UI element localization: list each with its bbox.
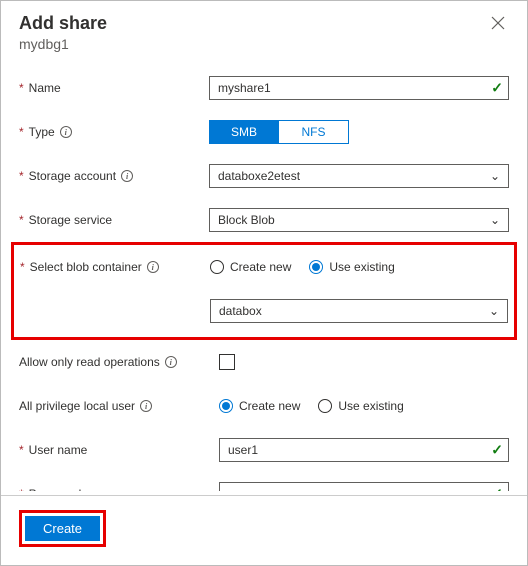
label-storage-service: Storage service [29, 213, 112, 227]
check-icon: ✓ [491, 442, 503, 459]
name-input[interactable] [209, 76, 509, 100]
password-input[interactable] [219, 482, 509, 491]
read-only-checkbox[interactable] [219, 354, 235, 370]
type-tab-smb[interactable]: SMB [209, 120, 279, 144]
label-password: Password [29, 487, 82, 491]
radio-blob-use-existing[interactable] [309, 260, 323, 274]
info-icon[interactable]: i [60, 126, 72, 138]
radio-blob-create-new[interactable] [210, 260, 224, 274]
label-blob-container: Select blob container [30, 260, 142, 274]
check-icon: ✓ [491, 80, 503, 97]
info-icon[interactable]: i [147, 261, 159, 273]
storage-service-value: Block Blob [218, 213, 275, 227]
create-button[interactable]: Create [25, 516, 100, 541]
blob-container-value: databox [219, 304, 262, 318]
label-username: User name [29, 443, 88, 457]
close-icon[interactable] [487, 13, 509, 35]
radio-label-create-new: Create new [230, 260, 291, 274]
chevron-down-icon: ⌄ [490, 169, 500, 183]
required-marker: * [19, 213, 24, 227]
required-marker: * [19, 81, 24, 95]
label-read-only: Allow only read operations [19, 355, 160, 369]
chevron-down-icon: ⌄ [489, 304, 499, 318]
storage-account-dropdown[interactable]: databoxe2etest ⌄ [209, 164, 509, 188]
radio-label-create-new2: Create new [239, 399, 300, 413]
label-type: Type [29, 125, 55, 139]
label-name: Name [29, 81, 61, 95]
info-icon[interactable]: i [121, 170, 133, 182]
blob-container-dropdown[interactable]: databox ⌄ [210, 299, 508, 323]
panel-subtitle: mydbg1 [19, 36, 107, 52]
radio-user-use-existing[interactable] [318, 399, 332, 413]
required-marker: * [20, 260, 25, 274]
storage-account-value: databoxe2etest [218, 169, 300, 183]
label-priv-user: All privilege local user [19, 399, 135, 413]
check-icon: ✓ [491, 486, 503, 492]
info-icon[interactable]: i [165, 356, 177, 368]
required-marker: * [19, 125, 24, 139]
type-tab-nfs[interactable]: NFS [279, 120, 349, 144]
required-marker: * [19, 443, 24, 457]
label-storage-account: Storage account [29, 169, 116, 183]
radio-label-use-existing: Use existing [329, 260, 394, 274]
username-input[interactable] [219, 438, 509, 462]
radio-user-create-new[interactable] [219, 399, 233, 413]
info-icon[interactable]: i [140, 400, 152, 412]
storage-service-dropdown[interactable]: Block Blob ⌄ [209, 208, 509, 232]
required-marker: * [19, 487, 24, 491]
highlight-create: Create [19, 510, 106, 547]
radio-label-use-existing2: Use existing [338, 399, 403, 413]
required-marker: * [19, 169, 24, 183]
panel-title: Add share [19, 13, 107, 34]
chevron-down-icon: ⌄ [490, 213, 500, 227]
highlight-blob-container: * Select blob container i Create new Use… [11, 242, 517, 340]
